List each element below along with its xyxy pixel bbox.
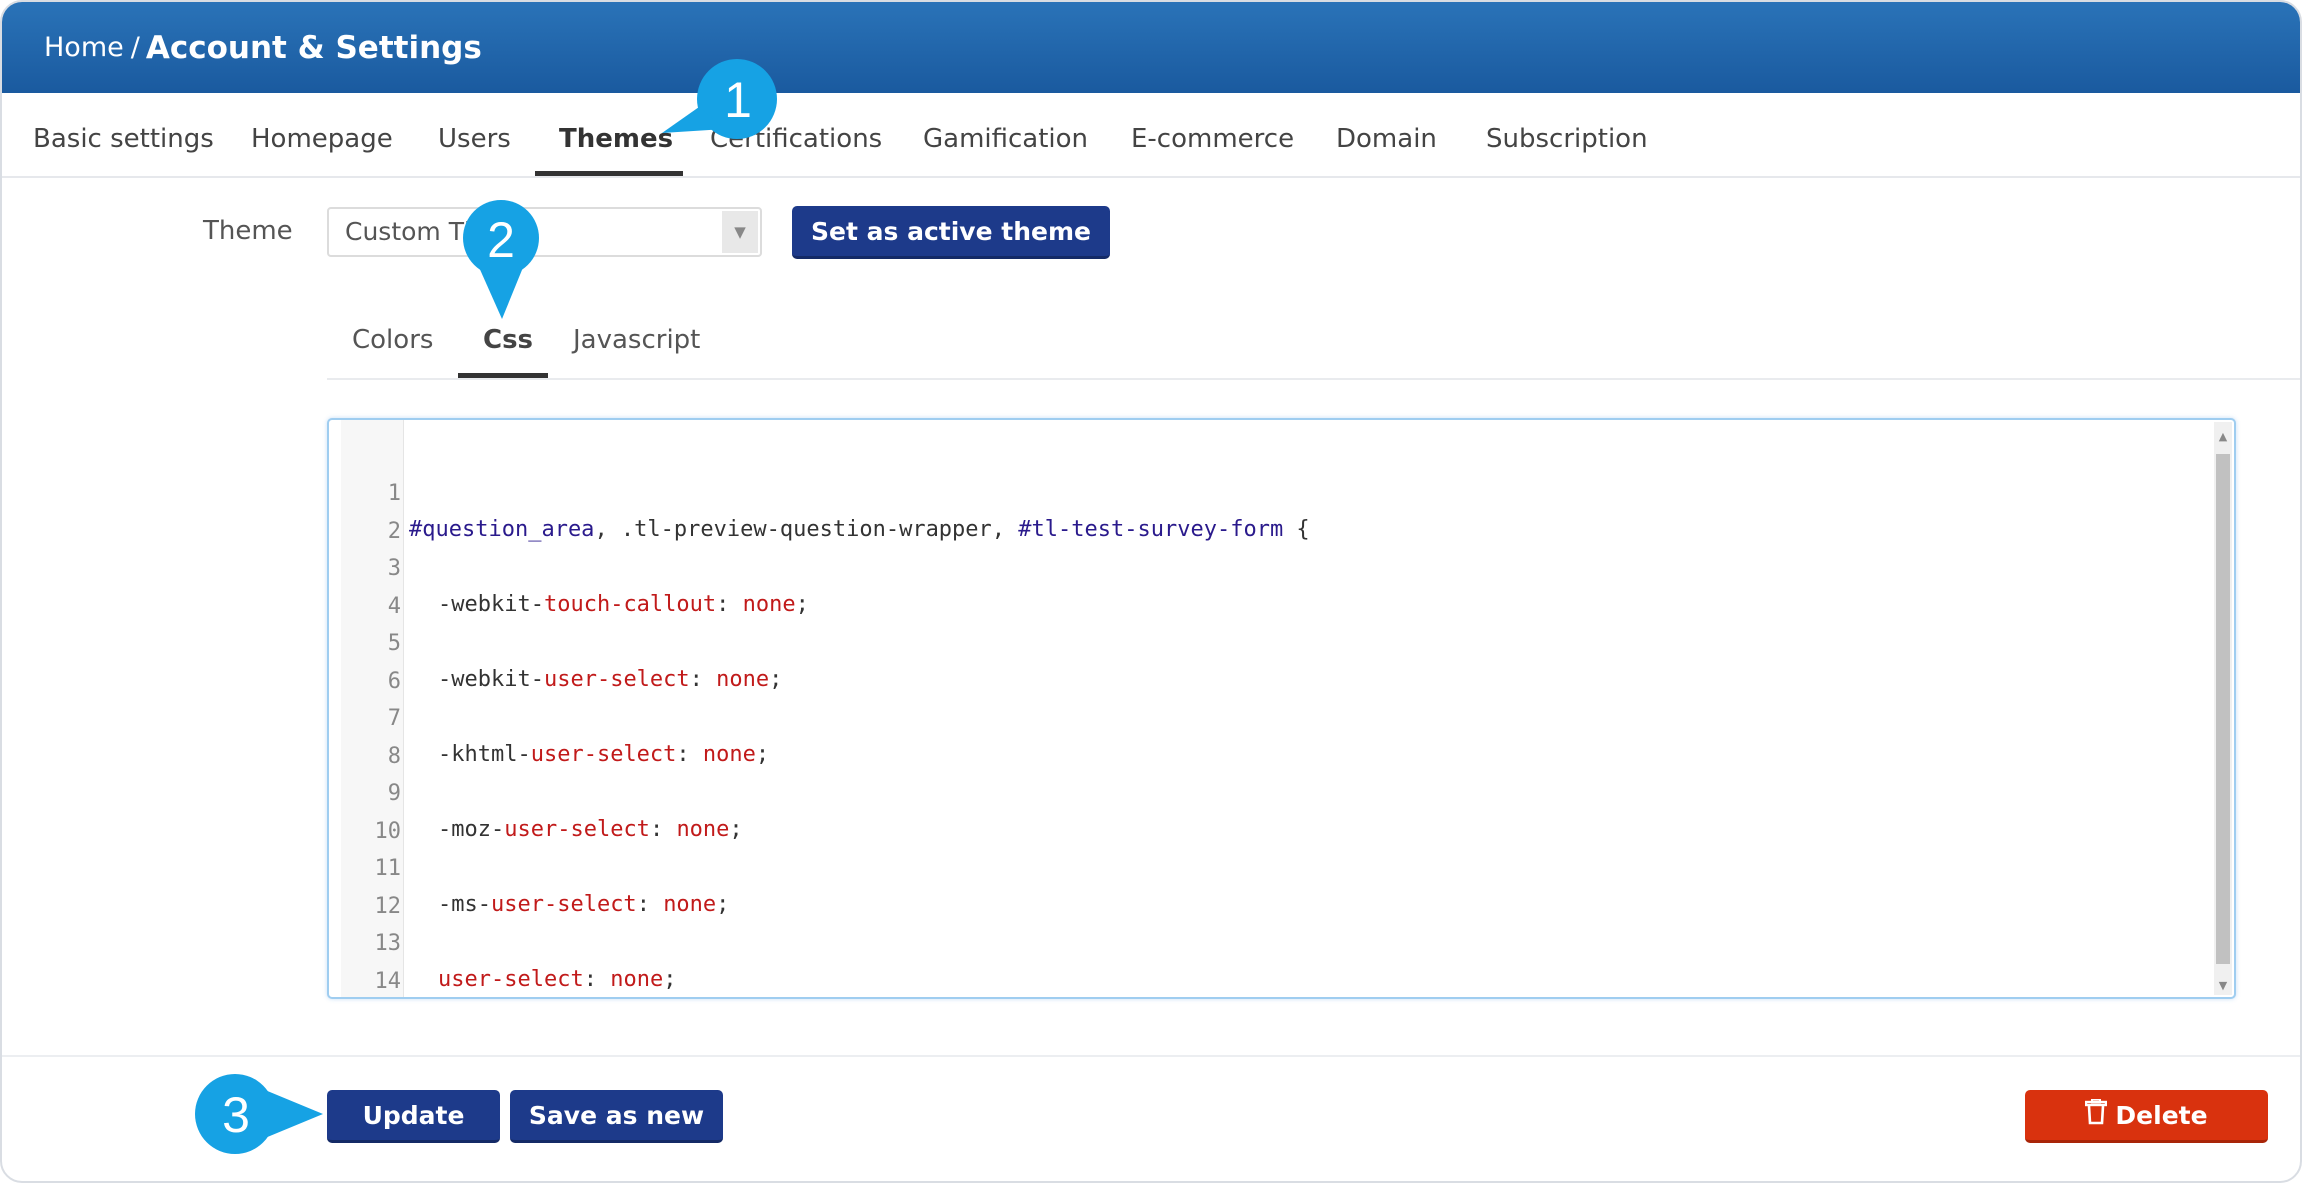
css-semicolon: ; (795, 592, 809, 617)
app-window: Home / Account & Settings Basic settings… (0, 0, 2302, 1183)
css-prefix: -ms- (438, 892, 491, 917)
code-line: 2 (329, 478, 408, 544)
settings-tabs: Basic settings Homepage Users Themes Cer… (2, 93, 2300, 178)
css-semicolon: ; (769, 667, 783, 692)
css-colon: : (636, 892, 664, 917)
subtabs-divider (327, 378, 2300, 380)
dropdown-arrow-icon[interactable]: ▼ (722, 211, 758, 253)
css-value: none (663, 892, 717, 917)
theme-select[interactable]: Custom Th ▼ (327, 207, 762, 257)
css-prefix: -webkit- (438, 592, 544, 617)
update-button[interactable]: Update (327, 1090, 500, 1143)
css-value: none (610, 967, 664, 992)
css-text: , .tl-preview-question-wrapper, (594, 517, 1019, 542)
css-colon: : (649, 817, 677, 842)
footer-divider (2, 1055, 2300, 1057)
css-semicolon: ; (729, 817, 743, 842)
active-tab-indicator (535, 171, 683, 176)
save-as-new-button[interactable]: Save as new (510, 1090, 723, 1143)
callout-number-2: 2 (487, 212, 515, 268)
code-line: 3 -webkit-touch-callout: none; (329, 515, 809, 617)
scroll-down-icon[interactable]: ▼ (2214, 975, 2232, 995)
css-colon: : (676, 742, 703, 767)
css-semicolon: ; (663, 967, 677, 992)
scrollbar-thumb[interactable] (2216, 454, 2230, 964)
css-selector: #question_area (409, 517, 595, 542)
callout-number-3: 3 (222, 1087, 250, 1143)
header-bar: Home / Account & Settings (2, 2, 2300, 93)
code-line: 14 (329, 928, 408, 994)
code-line: 6 (329, 628, 408, 694)
css-value: none (676, 817, 730, 842)
css-property: user-select (530, 742, 677, 767)
tab-themes[interactable]: Themes (559, 93, 673, 178)
code-line: 15 } (329, 965, 408, 997)
code-line: 13 user-select: none; (329, 890, 677, 992)
callout-number-1: 1 (724, 72, 752, 128)
subtab-javascript[interactable]: Javascript (573, 314, 700, 374)
theme-label: Theme (203, 216, 293, 246)
trash-icon (2085, 1098, 2108, 1131)
css-semicolon: ; (716, 892, 730, 917)
subtab-colors[interactable]: Colors (352, 314, 433, 374)
css-prefix: -khtml- (438, 742, 531, 767)
code-line: 7 -khtml-user-select: none; (329, 665, 769, 767)
code-line: 9 -moz-user-select: none; (329, 740, 743, 842)
css-property: user-select (504, 817, 650, 842)
code-line: 10 (329, 778, 408, 844)
code-line: 5 -webkit-user-select: none; (329, 590, 783, 692)
subtab-css[interactable]: Css (483, 314, 533, 374)
code-line: 4 (329, 553, 408, 619)
css-property: user-select (438, 967, 584, 992)
delete-button[interactable]: Delete (2025, 1090, 2268, 1143)
tab-e-commerce[interactable]: E-commerce (1131, 93, 1294, 178)
css-selector: #tl-test-survey-form (1018, 517, 1284, 542)
tab-domain[interactable]: Domain (1336, 93, 1437, 178)
css-code-editor[interactable]: 1 #question_area, .tl-preview-question-w… (327, 418, 2236, 999)
code-line: 11 -ms-user-select: none; (329, 815, 730, 917)
css-value: none (702, 742, 756, 767)
tab-gamification[interactable]: Gamification (923, 93, 1088, 178)
page-title: Account & Settings (145, 29, 482, 66)
css-value: none (742, 592, 796, 617)
code-line: 12 (329, 853, 408, 919)
css-colon: : (716, 592, 743, 617)
code-line: 8 (329, 703, 408, 769)
css-property: user-select (490, 892, 637, 917)
tab-users[interactable]: Users (438, 93, 511, 178)
tab-basic-settings[interactable]: Basic settings (33, 93, 214, 178)
code-line: 1 #question_area, .tl-preview-question-w… (329, 440, 1310, 542)
set-active-theme-button[interactable]: Set as active theme (792, 206, 1110, 259)
tab-homepage[interactable]: Homepage (251, 93, 393, 178)
css-prefix: -moz- (438, 817, 505, 842)
scroll-up-icon[interactable]: ▲ (2214, 426, 2232, 446)
css-semicolon: ; (755, 742, 770, 767)
css-colon: : (583, 967, 611, 992)
breadcrumb-separator: / (130, 32, 140, 63)
css-colon: : (689, 667, 717, 692)
editor-scrollbar[interactable]: ▲ ▼ (2214, 422, 2232, 995)
css-value: none (716, 667, 770, 692)
active-subtab-indicator (458, 373, 548, 378)
css-prefix: -webkit- (438, 667, 544, 692)
css-brace: { (1283, 517, 1310, 542)
breadcrumb-home-link[interactable]: Home (44, 32, 124, 63)
delete-button-label: Delete (2115, 1100, 2208, 1130)
css-property: user-select (543, 667, 690, 692)
tab-subscription[interactable]: Subscription (1486, 93, 1648, 178)
css-property: touch-callout (543, 592, 717, 617)
